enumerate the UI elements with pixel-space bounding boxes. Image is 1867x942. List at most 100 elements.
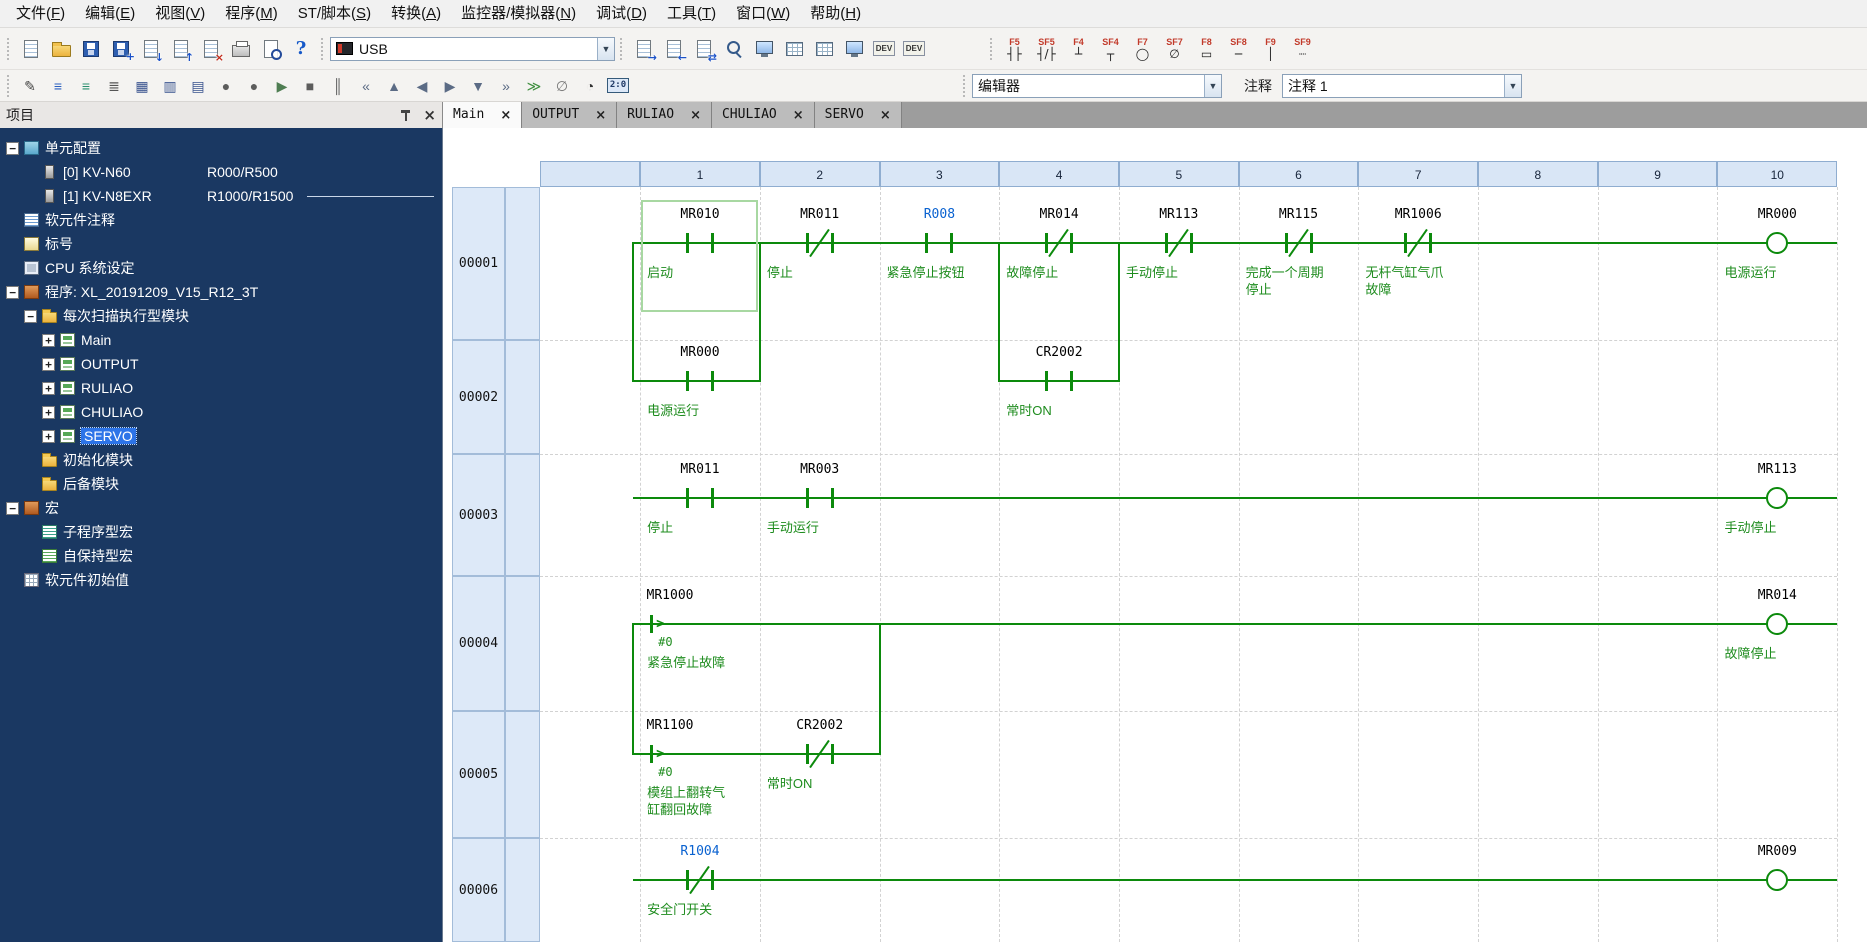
tab-close-icon[interactable]: ×	[595, 109, 606, 122]
tab-close-icon[interactable]: ×	[500, 109, 511, 122]
tree-item-macro[interactable]: − 宏	[0, 496, 442, 520]
stop-button[interactable]: ■	[296, 73, 324, 99]
contact-R1004[interactable]	[686, 865, 714, 895]
menu-item-0[interactable]: 文件(F)	[6, 0, 75, 27]
insert-f9-button[interactable]: F9 │	[1255, 32, 1286, 66]
print-preview-button[interactable]	[256, 34, 286, 64]
view-mode-select[interactable]: 编辑器 ▼	[972, 73, 1222, 98]
menu-item-7[interactable]: 调试(D)	[586, 0, 657, 27]
contact-MR011[interactable]	[805, 228, 834, 258]
insert-f7-button[interactable]: F7 ◯	[1127, 32, 1158, 66]
insert-sf8-button[interactable]: SF8 ─	[1223, 32, 1254, 66]
expand-icon[interactable]: +	[42, 381, 55, 395]
tab-close-icon[interactable]: ×	[880, 109, 891, 122]
contact-CR2002[interactable]	[1045, 371, 1074, 391]
chevron-down-icon[interactable]: ▼	[1504, 74, 1521, 97]
contact-R008[interactable]	[925, 233, 954, 253]
contact-MR011[interactable]	[686, 488, 714, 508]
comment-list2-button[interactable]: ≡	[72, 73, 100, 99]
insert-sf9-button[interactable]: SF9 ┈	[1287, 32, 1318, 66]
tree-item-unit-0[interactable]: [0] KV-N60 R000/R500	[0, 160, 442, 184]
insert-sf7-button[interactable]: SF7 ∅	[1159, 32, 1190, 66]
tree-item-backup-module[interactable]: 后备模块	[0, 472, 442, 496]
menu-item-5[interactable]: 转换(A)	[381, 0, 451, 27]
open-project-button[interactable]	[46, 34, 76, 64]
menu-item-9[interactable]: 窗口(W)	[726, 0, 800, 27]
tree-item-chuliao[interactable]: + CHULIAO	[0, 400, 442, 424]
tree-item-unit-config[interactable]: − 单元配置	[0, 136, 442, 160]
print-button[interactable]	[226, 34, 256, 64]
insert-sf5-button[interactable]: SF5 ┤/├	[1031, 32, 1062, 66]
tree-item-ruliao[interactable]: + RULIAO	[0, 376, 442, 400]
expand-icon[interactable]: +	[42, 357, 55, 371]
dev2-button-button[interactable]: DEV	[899, 34, 929, 64]
tab-close-icon[interactable]: ×	[793, 109, 804, 122]
run-to-button[interactable]: ≫	[520, 73, 548, 99]
tree-item-device-comment[interactable]: 软元件注释	[0, 208, 442, 232]
collapse-icon[interactable]: −	[6, 501, 19, 515]
tree-item-scan-module[interactable]: − 每次扫描执行型模块	[0, 304, 442, 328]
tab-main[interactable]: Main ×	[443, 102, 523, 128]
clock-button[interactable]: ◔	[576, 73, 604, 99]
tree-item-init-module[interactable]: 初始化模块	[0, 448, 442, 472]
tab-output[interactable]: OUTPUT ×	[522, 102, 618, 128]
dev-button-button[interactable]: DEV	[869, 34, 899, 64]
pause-button[interactable]: ║	[324, 73, 352, 99]
registration-monitor-button[interactable]	[779, 34, 809, 64]
play-button[interactable]: ▶	[268, 73, 296, 99]
tree-item-servo[interactable]: + SERVO	[0, 424, 442, 448]
time-chart-button[interactable]: 2:0	[604, 73, 632, 99]
tree-item-unit-1[interactable]: [1] KV-N8EXR R1000/R1500	[0, 184, 442, 208]
window-split-button[interactable]: ▦	[128, 73, 156, 99]
contact-MR014[interactable]	[1045, 228, 1074, 258]
delete-button[interactable]: ×	[196, 34, 226, 64]
help-button[interactable]: ?	[286, 34, 316, 64]
pin-icon[interactable]	[400, 109, 411, 122]
contact-MR115[interactable]	[1284, 228, 1313, 258]
monitor-record-button[interactable]: ●	[212, 73, 240, 99]
coil-MR009[interactable]	[1766, 869, 1789, 891]
tab-servo[interactable]: SERVO ×	[814, 102, 902, 128]
verify-button[interactable]: ⇄	[689, 34, 719, 64]
transfer-from-plc-button[interactable]: ←	[659, 34, 689, 64]
screen-button[interactable]: ▤	[184, 73, 212, 99]
insert-f5-button[interactable]: F5 ┤├	[999, 32, 1030, 66]
comment-list-button[interactable]: ≡	[44, 73, 72, 99]
tree-item-program[interactable]: − 程序: XL_20191209_V15_R12_3T	[0, 280, 442, 304]
comment-edit-button[interactable]: ≣	[100, 73, 128, 99]
chevron-down-icon[interactable]: ▼	[597, 37, 614, 60]
comment-set-select[interactable]: 注释 1 ▼	[1282, 73, 1522, 98]
new-file-button[interactable]	[16, 34, 46, 64]
export-button[interactable]: ↑	[166, 34, 196, 64]
step-forward-button[interactable]: ▶	[436, 73, 464, 99]
menu-item-2[interactable]: 视图(V)	[145, 0, 215, 27]
disable-button[interactable]: ∅	[548, 73, 576, 99]
import-button[interactable]: ↓	[136, 34, 166, 64]
save-project-button[interactable]	[76, 34, 106, 64]
insert-f4-button[interactable]: F4 ┴	[1063, 32, 1094, 66]
coil-MR014[interactable]	[1766, 613, 1789, 635]
contact-MR113[interactable]	[1164, 228, 1193, 258]
tree-item-label[interactable]: 标号	[0, 232, 442, 256]
save-as-button[interactable]: +	[106, 34, 136, 64]
tab-chuliao[interactable]: CHULIAO ×	[711, 102, 815, 128]
collapse-icon[interactable]: −	[6, 141, 19, 155]
edit-mode-button[interactable]: ✎	[16, 73, 44, 99]
menu-item-4[interactable]: ST/脚本(S)	[288, 0, 381, 27]
window-cascade-button[interactable]: ▥	[156, 73, 184, 99]
device-monitor-button[interactable]	[839, 34, 869, 64]
collapse-icon[interactable]: −	[24, 309, 37, 323]
contact-MR003[interactable]	[805, 488, 834, 508]
expand-icon[interactable]: +	[42, 333, 55, 347]
coil-MR000[interactable]	[1766, 232, 1789, 254]
collapse-icon[interactable]: −	[6, 285, 19, 299]
step-back-button[interactable]: ◀	[408, 73, 436, 99]
monitor-button[interactable]	[719, 34, 749, 64]
tab-ruliao[interactable]: RULIAO ×	[617, 102, 712, 128]
menu-item-1[interactable]: 编辑(E)	[75, 0, 145, 27]
tree-item-macro-sub[interactable]: 子程序型宏	[0, 520, 442, 544]
connection-select[interactable]: USB ▼	[330, 36, 615, 61]
expand-icon[interactable]: +	[42, 429, 55, 443]
menu-item-10[interactable]: 帮助(H)	[800, 0, 871, 27]
tree-item-macro-hold[interactable]: 自保持型宏	[0, 544, 442, 568]
